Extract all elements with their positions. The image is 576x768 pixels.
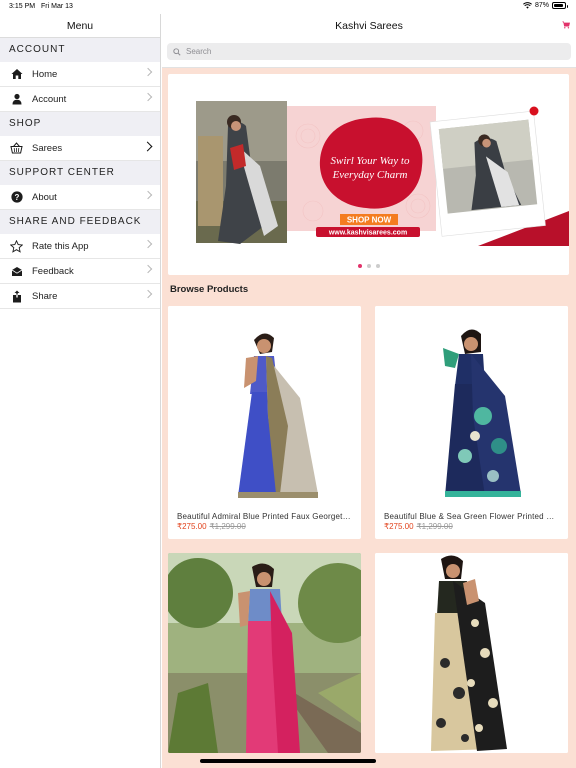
navigation-bar: Kashvi Sarees bbox=[162, 14, 576, 38]
search-placeholder: Search bbox=[186, 47, 212, 56]
sidebar-item-sarees[interactable]: Sarees bbox=[0, 136, 160, 161]
sidebar-item-rate-app[interactable]: Rate this App bbox=[0, 234, 160, 259]
sidebar-item-label: Sarees bbox=[32, 142, 63, 154]
status-right: 87% bbox=[523, 2, 568, 9]
sidebar-title: Menu bbox=[0, 14, 160, 38]
carousel-page-indicator[interactable] bbox=[168, 264, 569, 268]
sidebar-item-about[interactable]: ? About bbox=[0, 185, 160, 210]
home-indicator[interactable] bbox=[200, 759, 376, 763]
section-header-account: ACCOUNT bbox=[0, 38, 160, 62]
sidebar-item-label: Home bbox=[32, 68, 58, 80]
chevron-right-icon bbox=[143, 190, 153, 200]
shop-now-label: SHOP NOW bbox=[347, 216, 392, 225]
sidebar-item-label: Rate this App bbox=[32, 240, 89, 252]
sidebar-item-share[interactable]: Share bbox=[0, 284, 160, 309]
section-header-shop: SHOP bbox=[0, 112, 160, 136]
product-card[interactable] bbox=[375, 553, 568, 753]
promo-banner-image[interactable]: Swirl Your Way to Everyday Charm SHOP NO… bbox=[168, 96, 569, 246]
product-original-price: ₹1,299.00 bbox=[209, 522, 246, 531]
sidebar-item-label: Share bbox=[32, 290, 58, 302]
envelope-icon bbox=[10, 265, 23, 278]
product-name: Beautiful Admiral Blue Printed Faux Geor… bbox=[177, 512, 361, 521]
status-date: Fri Mar 13 bbox=[41, 3, 73, 10]
product-image[interactable] bbox=[375, 306, 568, 501]
browse-products-heading: Browse Products bbox=[170, 284, 249, 295]
carousel-dot[interactable] bbox=[375, 264, 380, 268]
product-card[interactable] bbox=[168, 553, 361, 753]
sidebar-item-account[interactable]: Account bbox=[0, 87, 160, 112]
chevron-right-icon bbox=[143, 239, 153, 249]
status-time: 3:15 PM bbox=[9, 3, 36, 10]
product-image[interactable] bbox=[168, 306, 361, 501]
battery-percent: 87% bbox=[534, 2, 549, 9]
sidebar-item-home[interactable]: Home bbox=[0, 62, 160, 87]
share-icon bbox=[10, 290, 23, 303]
search-input[interactable]: Search bbox=[167, 43, 571, 60]
battery-fill bbox=[554, 4, 563, 7]
chevron-right-icon bbox=[143, 92, 153, 102]
product-original-price: ₹1,299.00 bbox=[416, 522, 453, 531]
chevron-right-icon bbox=[143, 67, 153, 77]
search-icon bbox=[173, 47, 181, 56]
cart-icon[interactable] bbox=[562, 21, 570, 29]
sidebar-item-label: Feedback bbox=[32, 265, 74, 277]
chevron-right-icon bbox=[143, 289, 153, 299]
sidebar-item-label: Account bbox=[32, 93, 67, 105]
svg-text:?: ? bbox=[14, 193, 19, 202]
chevron-right-icon bbox=[143, 264, 153, 274]
product-prices: ₹275.00 ₹1,299.00 bbox=[168, 522, 361, 531]
section-header-support-center: SUPPORT CENTER bbox=[0, 161, 160, 185]
sidebar-item-label: About bbox=[32, 191, 57, 203]
product-price: ₹275.00 bbox=[177, 522, 207, 531]
status-bar: 3:15 PM Fri Mar 13 87% bbox=[0, 0, 576, 14]
banner-headline-line1: Swirl Your Way to bbox=[331, 155, 410, 167]
battery-icon bbox=[552, 2, 568, 9]
wifi-icon bbox=[523, 2, 532, 9]
home-icon bbox=[10, 68, 23, 81]
section-header-share-feedback: SHARE AND FEEDBACK bbox=[0, 210, 160, 234]
carousel-dot[interactable] bbox=[366, 264, 371, 268]
page-title: Kashvi Sarees bbox=[335, 20, 403, 32]
person-icon bbox=[10, 93, 23, 106]
banner-url: www.kashvisarees.com bbox=[328, 230, 407, 237]
banner-headline-line2: Everyday Charm bbox=[332, 169, 408, 181]
star-icon bbox=[10, 239, 23, 253]
sidebar-menu: Menu ACCOUNT Home Account SHOP Sarees SU… bbox=[0, 14, 161, 768]
question-icon: ? bbox=[10, 191, 23, 204]
search-bar-container: Search bbox=[162, 38, 576, 68]
product-name: Beautiful Blue & Sea Green Flower Printe… bbox=[384, 512, 568, 521]
basket-icon bbox=[10, 142, 23, 155]
product-card[interactable]: Beautiful Admiral Blue Printed Faux Geor… bbox=[168, 306, 361, 539]
sidebar-item-feedback[interactable]: Feedback bbox=[0, 259, 160, 284]
product-price: ₹275.00 bbox=[384, 522, 414, 531]
carousel-dot[interactable] bbox=[357, 264, 362, 268]
main-content: Kashvi Sarees Search Swirl Your Way to E… bbox=[162, 14, 576, 768]
product-prices: ₹275.00 ₹1,299.00 bbox=[375, 522, 568, 531]
product-image[interactable] bbox=[168, 553, 361, 753]
chevron-right-icon bbox=[142, 141, 153, 152]
product-card[interactable]: Beautiful Blue & Sea Green Flower Printe… bbox=[375, 306, 568, 539]
product-image[interactable] bbox=[375, 553, 568, 753]
promo-banner-carousel[interactable]: Swirl Your Way to Everyday Charm SHOP NO… bbox=[168, 74, 569, 275]
